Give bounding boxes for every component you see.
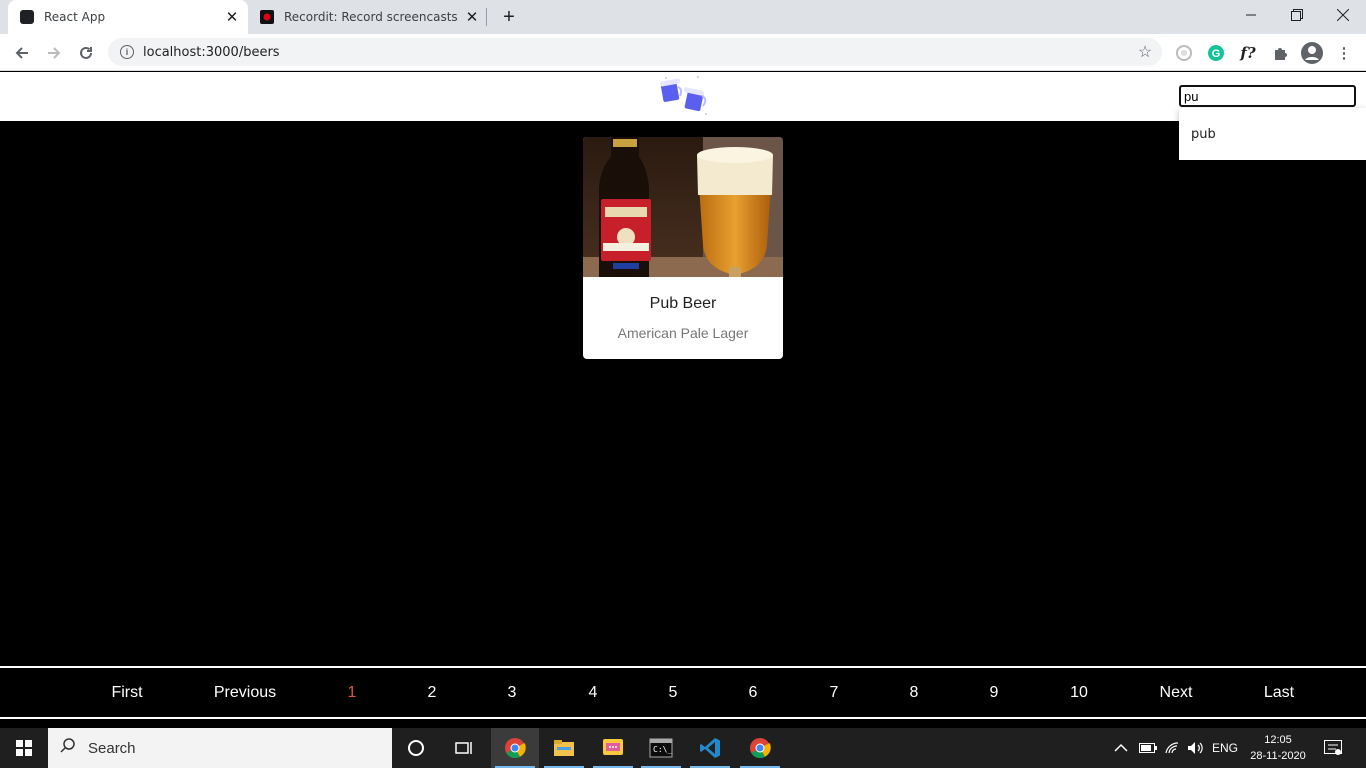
page-first-link[interactable]: First [111, 684, 142, 702]
app-header [0, 72, 1366, 121]
pagination: First Previous 1 2 3 4 5 6 7 8 9 10 Next… [0, 666, 1366, 719]
wifi-icon[interactable] [1164, 728, 1180, 768]
restore-icon[interactable] [1274, 0, 1320, 30]
page-next-link[interactable]: Next [1160, 684, 1193, 702]
react-favicon-icon [20, 10, 34, 24]
file-explorer-icon[interactable] [540, 728, 588, 768]
recordit-favicon-icon [260, 10, 274, 24]
clock-time: 12:05 [1264, 734, 1292, 746]
taskbar-clock[interactable]: 12:05 28-11-2020 [1244, 732, 1312, 764]
page-link-1[interactable]: 1 [348, 684, 357, 702]
taskbar-search-box[interactable]: Search [48, 728, 392, 768]
page-link-10[interactable]: 10 [1070, 684, 1088, 702]
volume-icon[interactable] [1187, 728, 1205, 768]
search-suggestions: pub [1179, 108, 1366, 160]
taskbar-search-placeholder: Search [88, 739, 136, 757]
page-last-link[interactable]: Last [1264, 684, 1294, 702]
page-link-3[interactable]: 3 [508, 684, 517, 702]
minimize-icon[interactable] [1228, 0, 1274, 30]
extensions-puzzle-icon[interactable] [1268, 41, 1292, 65]
tab-separator [486, 8, 487, 26]
svg-text:G: G [1212, 48, 1221, 60]
tab-react-app[interactable]: React App ✕ [8, 0, 248, 34]
page-link-5[interactable]: 5 [669, 684, 678, 702]
fontface-ninja-icon[interactable]: f? [1236, 41, 1260, 65]
battery-icon[interactable] [1139, 728, 1157, 768]
windows-start-icon[interactable] [0, 728, 48, 768]
beer-style: American Pale Lager [617, 325, 749, 341]
grammarly-icon[interactable]: G [1204, 41, 1228, 65]
chrome-second-icon[interactable] [736, 728, 784, 768]
page-link-7[interactable]: 7 [830, 684, 839, 702]
page-previous-link[interactable]: Previous [214, 684, 276, 702]
clock-date: 28-11-2020 [1250, 750, 1306, 762]
cortana-icon[interactable] [392, 728, 440, 768]
task-view-icon[interactable] [440, 728, 488, 768]
site-info-icon[interactable]: i [120, 45, 134, 59]
browser-tab-strip: React App ✕ Recordit: Record screencasts… [0, 0, 1366, 34]
notification-center-icon[interactable] [1324, 728, 1342, 768]
page-link-9[interactable]: 9 [990, 684, 999, 702]
page-link-2[interactable]: 2 [428, 684, 437, 702]
tab-recordit[interactable]: Recordit: Record screencasts fast ✕ [248, 0, 488, 34]
page-link-4[interactable]: 4 [589, 684, 598, 702]
beer-logo-icon[interactable] [654, 74, 714, 118]
beer-name: Pub Beer [649, 295, 717, 312]
windows-taskbar: Search C:\_ ENG 12:05 28-11-2020 [0, 728, 1366, 768]
search-input[interactable] [1179, 85, 1356, 107]
bookmark-star-icon[interactable]: ☆ [1132, 42, 1158, 62]
close-tab-icon[interactable]: ✕ [460, 5, 484, 29]
beer-card[interactable]: Pub Beer American Pale Lager [583, 137, 783, 359]
suggestion-item[interactable]: pub [1191, 127, 1216, 142]
url-text[interactable]: localhost:3000/beers [143, 45, 1132, 60]
beer-photo [583, 137, 783, 277]
browser-menu-icon[interactable]: ⋮ [1332, 41, 1356, 65]
close-tab-icon[interactable]: ✕ [220, 5, 244, 29]
tray-chevron-icon[interactable] [1114, 728, 1128, 768]
browser-toolbar: i localhost:3000/beers ☆ G f? ⋮ [0, 34, 1366, 71]
vscode-icon[interactable] [686, 728, 734, 768]
search-icon [48, 737, 88, 760]
back-icon[interactable] [8, 39, 36, 67]
close-window-icon[interactable] [1320, 0, 1366, 30]
tab-title: Recordit: Record screencasts fast [284, 10, 460, 24]
language-indicator[interactable]: ENG [1212, 728, 1238, 768]
page-link-6[interactable]: 6 [749, 684, 758, 702]
chrome-taskbar-icon[interactable] [491, 728, 539, 768]
svg-text:C:\_: C:\_ [653, 745, 672, 754]
new-tab-icon[interactable]: + [497, 5, 521, 29]
sticky-notes-icon[interactable] [589, 728, 637, 768]
terminal-icon[interactable]: C:\_ [637, 728, 685, 768]
reload-icon[interactable] [72, 39, 100, 67]
profile-avatar-icon[interactable] [1300, 41, 1324, 65]
extension-loom-icon[interactable] [1172, 41, 1196, 65]
page-link-8[interactable]: 8 [910, 684, 919, 702]
forward-icon[interactable] [40, 39, 68, 67]
tab-title: React App [44, 10, 106, 24]
address-bar[interactable]: i localhost:3000/beers ☆ [108, 38, 1162, 66]
